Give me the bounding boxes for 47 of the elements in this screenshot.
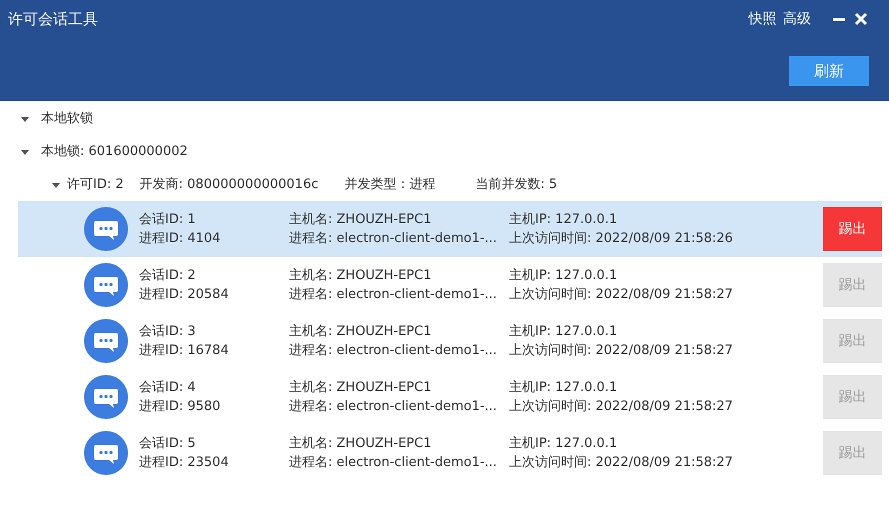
license-field: 当前并发数: 5 [475, 174, 558, 194]
window-title: 许可会话工具 [8, 9, 98, 30]
session-id: 会话ID: 4 [139, 379, 197, 397]
chat-bubble-icon [84, 431, 128, 475]
last-access-time: 上次访问时间: 2022/08/09 21:58:27 [509, 398, 734, 416]
chat-bubble-icon [84, 207, 128, 251]
tree-node-label[interactable]: 本地锁: 601600000002 [41, 142, 188, 162]
host-name: 主机名: ZHOUZH-EPC1 [289, 211, 432, 229]
process-name: 进程名: electron-client-demo1-... [289, 342, 498, 360]
host-ip: 主机IP: 127.0.0.1 [509, 435, 618, 453]
process-name: 进程名: electron-client-demo1-... [289, 286, 498, 304]
process-id: 进程ID: 9580 [139, 398, 222, 416]
kick-button[interactable]: 踢出 [823, 207, 882, 251]
last-access-time: 上次访问时间: 2022/08/09 21:58:27 [509, 454, 734, 472]
process-id: 进程ID: 4104 [139, 230, 222, 248]
host-name: 主机名: ZHOUZH-EPC1 [289, 267, 432, 285]
process-name: 进程名: electron-client-demo1-... [289, 230, 498, 248]
host-ip: 主机IP: 127.0.0.1 [509, 379, 618, 397]
process-name: 进程名: electron-client-demo1-... [289, 454, 498, 472]
host-ip: 主机IP: 127.0.0.1 [509, 323, 618, 341]
session-id: 会话ID: 1 [139, 211, 197, 229]
tree-node-label[interactable]: 本地软锁 [41, 108, 93, 128]
process-id: 进程ID: 23504 [139, 454, 230, 472]
chat-bubble-icon [84, 319, 128, 363]
session-id: 会话ID: 5 [139, 435, 197, 453]
session-row[interactable]: 会话ID: 1 进程ID: 4104 主机名: ZHOUZH-EPC1 进程名: electron-client-demo1-... 主机IP: 127.0.0.1 上次访问时间: 2022/08/09 21:58:26 踢出 [18, 201, 882, 257]
chat-bubble-icon [84, 263, 128, 307]
license-field: 并发类型：进程 [344, 174, 436, 194]
process-id: 进程ID: 16784 [139, 342, 230, 360]
menu-item[interactable]: 快照 [748, 8, 776, 30]
license-field: 许可ID: 2 [67, 174, 124, 194]
menu-item[interactable]: 高级 [783, 8, 811, 30]
host-name: 主机名: ZHOUZH-EPC1 [289, 323, 432, 341]
host-name: 主机名: ZHOUZH-EPC1 [289, 379, 432, 397]
process-id: 进程ID: 20584 [139, 286, 230, 304]
close-icon[interactable] [853, 11, 869, 28]
session-id: 会话ID: 3 [139, 323, 197, 341]
last-access-time: 上次访问时间: 2022/08/09 21:58:26 [509, 230, 734, 248]
host-name: 主机名: ZHOUZH-EPC1 [289, 435, 432, 453]
last-access-time: 上次访问时间: 2022/08/09 21:58:27 [509, 342, 734, 360]
license-field: 开发商: 080000000000016c [140, 174, 318, 194]
host-ip: 主机IP: 127.0.0.1 [509, 211, 618, 229]
host-ip: 主机IP: 127.0.0.1 [509, 267, 618, 285]
last-access-time: 上次访问时间: 2022/08/09 21:58:27 [509, 286, 734, 304]
chat-bubble-icon [84, 375, 128, 419]
session-id: 会话ID: 2 [139, 267, 197, 285]
process-name: 进程名: electron-client-demo1-... [289, 398, 498, 416]
